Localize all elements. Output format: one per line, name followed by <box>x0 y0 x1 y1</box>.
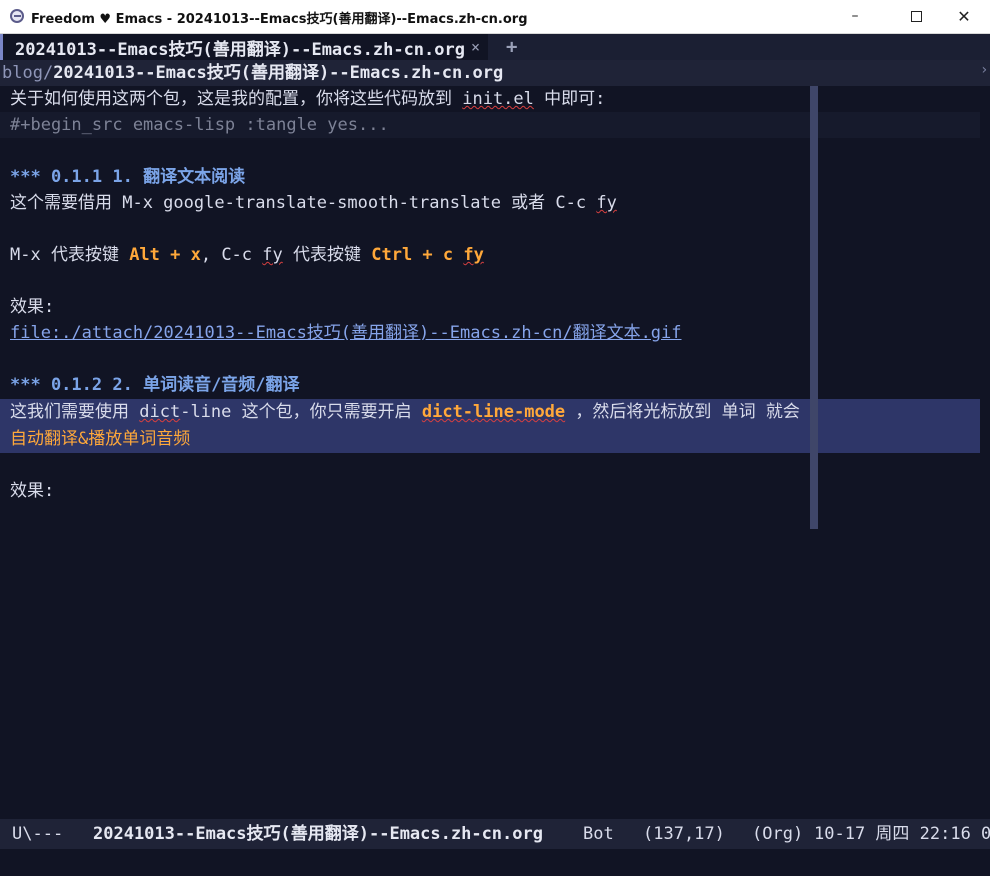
src-block-header: #+begin_src emacs-lisp :tangle yes... <box>10 115 389 135</box>
effect-label: 效果: <box>10 297 55 317</box>
close-icon: ✕ <box>957 7 971 26</box>
heading-title: 翻译文本阅读 <box>132 167 246 187</box>
close-button[interactable]: ✕ <box>941 0 987 33</box>
heading-number: *** 0.1.1 1. <box>10 167 133 187</box>
buffer-line-5[interactable]: M-x 代表按键 Alt + x, C-c fy 代表按键 Ctrl + c f… <box>10 242 980 268</box>
heading-number: *** 0.1.2 2. <box>10 375 133 395</box>
emacs-app-icon <box>10 9 24 23</box>
emacs-window: Freedom ♥ Emacs - 20241013--Emacs技巧(善用翻译… <box>0 0 990 876</box>
maximize-button[interactable] <box>893 0 939 33</box>
modeline-datetime: 10-17 周四 22:16 0 <box>814 824 990 844</box>
text-segment: , C-c <box>200 245 263 265</box>
tab-active[interactable]: 20241013--Emacs技巧(善用翻译)--Emacs.zh-cn.org… <box>0 34 489 60</box>
modeline-state: U\--- <box>12 824 64 844</box>
key-alt-x: Alt + x <box>129 245 201 265</box>
init-el-text: init.el <box>462 89 534 109</box>
file-link[interactable]: file:./attach/20241013--Emacs技巧(善用翻译)--E… <box>10 323 682 343</box>
text-segment: ，然后将光标放到 单词 就会 <box>565 402 800 422</box>
dict-text: dict <box>139 402 181 422</box>
buffer-line-1[interactable]: 关于如何使用这两个包，这是我的配置，你将这些代码放到 init.el 中即可: <box>10 86 980 112</box>
header-line: blog/20241013--Emacs技巧(善用翻译)--Emacs.zh-c… <box>0 60 990 86</box>
header-dir: blog/ <box>2 63 54 83</box>
chevron-right-icon: › <box>980 62 989 78</box>
dict-line-mode-text: dict-line-mode <box>421 402 566 422</box>
text-segment: 这我们需要使用 <box>10 402 140 422</box>
text-segment: 代表按键 <box>282 245 372 265</box>
modeline-buffer-name: 20241013--Emacs技巧(善用翻译)--Emacs.zh-cn.org <box>93 824 543 844</box>
tab-close-icon[interactable]: × <box>471 38 480 56</box>
window-title: Freedom ♥ Emacs - 20241013--Emacs技巧(善用翻译… <box>31 8 528 27</box>
buffer-line-6[interactable]: 效果: <box>10 294 980 320</box>
echo-area[interactable] <box>0 849 990 876</box>
new-tab-icon[interactable]: + <box>506 36 517 58</box>
buffer-line-4[interactable]: 这个需要借用 M-x google-translate-smooth-trans… <box>10 190 980 216</box>
buffer-line-10[interactable]: 自动翻译&播放单词音频 <box>0 426 980 453</box>
heart-icon: ♥ <box>99 12 112 27</box>
text-segment: 中即可: <box>533 89 606 109</box>
heading-2[interactable]: *** 0.1.2 2. 单词读音/音频/翻译 <box>10 372 980 398</box>
heading-1[interactable]: *** 0.1.1 1. 翻译文本阅读 <box>10 164 980 190</box>
mode-line[interactable]: U\--- 20241013--Emacs技巧(善用翻译)--Emacs.zh-… <box>0 819 990 849</box>
scrollbar-thumb[interactable] <box>810 86 818 529</box>
src-block-folded[interactable]: #+begin_src emacs-lisp :tangle yes... <box>0 112 980 138</box>
key-ctrl-c: Ctrl + c <box>371 245 464 265</box>
title-suffix: Emacs - 20241013--Emacs技巧(善用翻译)--Emacs.z… <box>115 12 528 27</box>
key-fy: fy <box>463 245 484 265</box>
text-segment: -line 这个包，你只需要开启 <box>180 402 422 422</box>
keybinding-text: fy <box>262 245 283 265</box>
text-segment: 关于如何使用这两个包，这是我的配置，你将这些代码放到 <box>10 89 463 109</box>
maximize-icon <box>910 10 922 22</box>
modeline-mode: (Org) <box>752 824 804 844</box>
text-segment: 这个需要借用 M-x google-translate-smooth-trans… <box>10 193 597 213</box>
title-bar[interactable]: Freedom ♥ Emacs - 20241013--Emacs技巧(善用翻译… <box>0 0 990 34</box>
heading-title: 单词读音/音频/翻译 <box>132 375 300 395</box>
keybinding-text: fy <box>596 193 617 213</box>
buffer-line-9[interactable]: 这我们需要使用 dict-line 这个包，你只需要开启 dict-line-m… <box>0 399 980 426</box>
tab-bar: 20241013--Emacs技巧(善用翻译)--Emacs.zh-cn.org… <box>0 34 990 60</box>
effect-label: 效果: <box>10 481 55 501</box>
modeline-position: Bot <box>583 824 614 844</box>
tab-label: 20241013--Emacs技巧(善用翻译)--Emacs.zh-cn.org <box>15 39 465 60</box>
minimize-button[interactable]: – <box>832 0 878 33</box>
text-segment: 自动翻译&播放单词音频 <box>10 429 191 449</box>
title-prefix: Freedom <box>31 12 95 27</box>
header-file: 20241013--Emacs技巧(善用翻译)--Emacs.zh-cn.org <box>53 63 504 83</box>
minimize-icon: – <box>851 8 859 24</box>
buffer-line-7[interactable]: file:./attach/20241013--Emacs技巧(善用翻译)--E… <box>10 320 980 346</box>
buffer-line-11[interactable]: 效果: <box>10 478 980 504</box>
text-segment: M-x 代表按键 <box>10 245 130 265</box>
modeline-line-col: (137,17) <box>643 824 725 844</box>
